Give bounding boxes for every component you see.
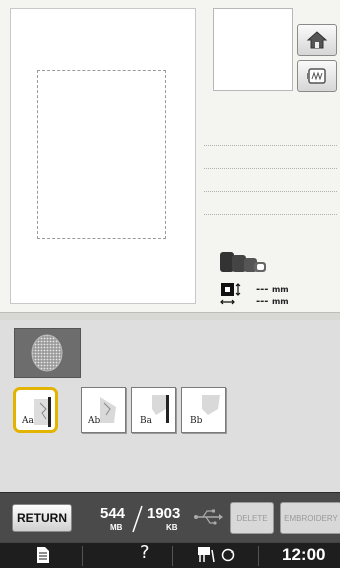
width-value: --- mm — [256, 296, 289, 307]
clock: 12:00 — [282, 545, 326, 564]
oval-pattern-icon — [31, 334, 63, 372]
memory-used: 544 — [100, 505, 126, 522]
return-button[interactable]: RETURN — [12, 504, 72, 532]
pattern-info-lines — [204, 123, 337, 215]
home-button[interactable] — [297, 24, 337, 56]
pattern-type-ab-button[interactable]: Ab — [81, 387, 126, 433]
embroidery-button[interactable]: EMBROIDERY — [280, 502, 340, 534]
memory-used-unit: MB — [110, 523, 123, 532]
pattern-thumbnail[interactable] — [14, 328, 81, 378]
info-line — [204, 192, 337, 215]
svg-text:Ab: Ab — [87, 416, 100, 426]
svg-text:Bb: Bb — [190, 416, 203, 426]
pattern-ba-icon: Ba — [140, 395, 169, 426]
home-icon — [306, 31, 328, 49]
separator — [0, 312, 340, 320]
size-icon — [220, 283, 241, 305]
document-icon[interactable] — [36, 546, 50, 564]
presser-foot-icon — [220, 252, 266, 272]
usb-icon — [194, 509, 223, 525]
divider — [82, 546, 83, 566]
svg-text:Aa: Aa — [21, 416, 34, 426]
divider — [258, 546, 259, 566]
info-line — [204, 169, 337, 192]
memory-free-unit: KB — [166, 523, 178, 532]
slash-divider — [132, 505, 143, 533]
needle-threading-icon[interactable] — [196, 546, 240, 564]
pattern-type-aa-button[interactable]: Aa — [13, 387, 58, 433]
delete-button[interactable]: DELETE — [230, 502, 274, 534]
pattern-type-bb-button[interactable]: Bb — [181, 387, 226, 433]
pattern-type-ba-button[interactable]: Ba — [131, 387, 176, 433]
embroidery-canvas — [10, 8, 196, 304]
info-line — [204, 146, 337, 169]
svg-text:Ba: Ba — [140, 416, 153, 426]
frame-button[interactable] — [297, 60, 337, 92]
height-value: --- mm — [256, 284, 289, 295]
pattern-bb-icon: Bb — [190, 395, 220, 426]
help-button[interactable]: ? — [140, 542, 150, 563]
pattern-size: --- mm --- mm — [220, 282, 330, 312]
embroidery-frame-icon — [307, 68, 326, 84]
pattern-ab-icon: Ab — [87, 397, 116, 426]
pattern-aa-icon: Aa — [21, 397, 51, 427]
mini-preview — [213, 8, 293, 91]
divider — [172, 546, 173, 566]
memory-free: 1903 — [147, 505, 181, 522]
hoop-boundary — [37, 70, 166, 239]
info-line — [204, 123, 337, 146]
